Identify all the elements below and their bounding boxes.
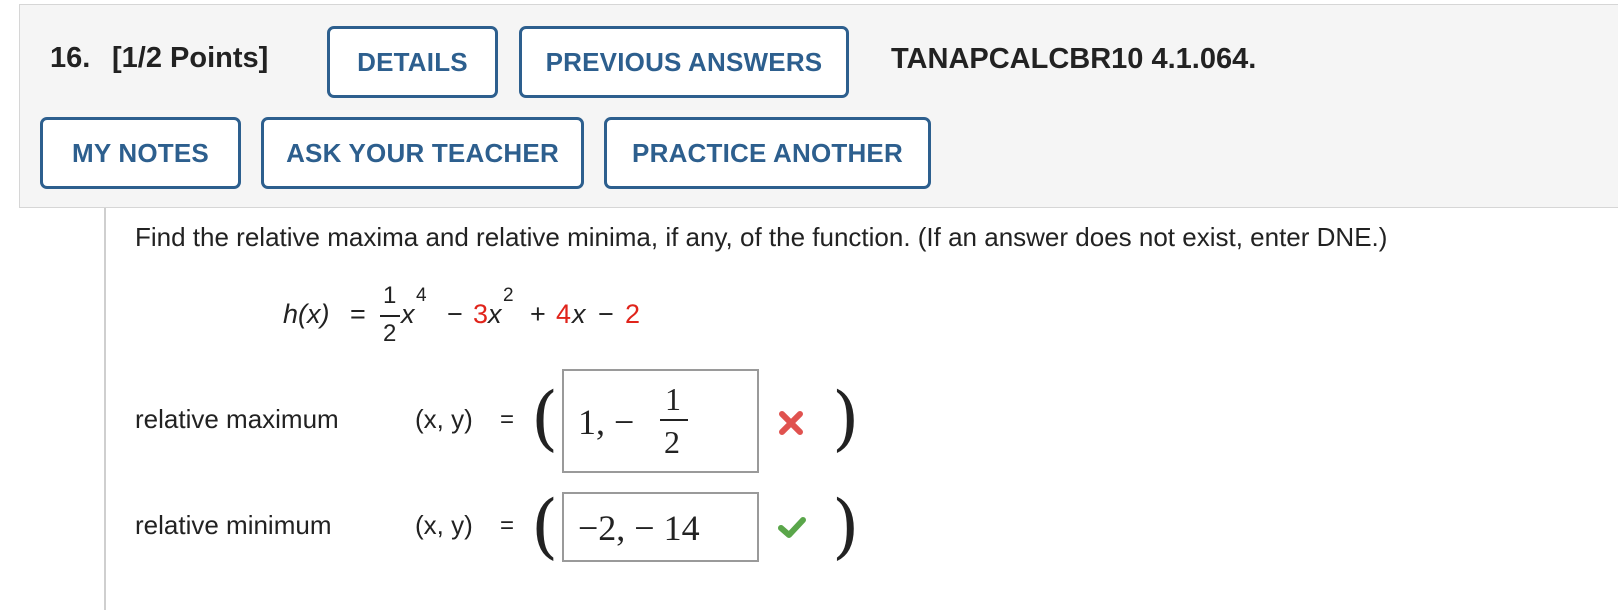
check-icon: [778, 515, 806, 544]
minus-sign-2: −: [598, 299, 614, 329]
constant-2: 2: [625, 299, 641, 329]
term-x4-base: x: [401, 299, 415, 329]
min-xy-label: (x, y): [415, 510, 473, 541]
max-open-paren: (: [531, 377, 559, 459]
fraction-numerator: 1: [383, 282, 397, 309]
cross-icon: [778, 410, 804, 441]
max-answer-field[interactable]: 1, − 1 2: [562, 369, 759, 473]
function-lhs: h(x): [283, 299, 330, 329]
min-xy-text: (x, y): [415, 510, 473, 540]
min-answer-field[interactable]: −2, − 14: [562, 492, 759, 562]
question-prompt: Find the relative maxima and relative mi…: [135, 222, 1388, 252]
term-x-base: x: [572, 299, 586, 329]
term-x2-exponent: 2: [503, 285, 514, 306]
content-divider: [104, 208, 106, 610]
details-button[interactable]: DETAILS: [327, 26, 498, 98]
max-xy-label: (x, y): [415, 404, 473, 435]
previous-answers-button[interactable]: PREVIOUS ANSWERS: [519, 26, 849, 98]
min-equals: =: [500, 512, 515, 539]
question-number: 16.: [50, 42, 91, 74]
function-equals: =: [350, 299, 366, 329]
plus-sign: +: [530, 299, 546, 329]
max-equals: =: [500, 406, 515, 433]
min-close-paren: ): [832, 485, 860, 567]
max-answer-lead: 1, −: [578, 402, 635, 442]
term-x4-exponent: 4: [416, 285, 427, 306]
term-x2-base: x: [488, 299, 502, 329]
max-answer-fraction-bar: [660, 419, 688, 421]
question-id: TANAPCALCBR10 4.1.064.: [891, 43, 1257, 75]
practice-another-button[interactable]: PRACTICE ANOTHER: [604, 117, 931, 189]
relative-minimum-label: relative minimum: [135, 510, 332, 540]
max-answer-numerator: 1: [665, 381, 681, 417]
minus-sign: −: [447, 299, 463, 329]
fraction-bar: [380, 315, 400, 317]
my-notes-button[interactable]: MY NOTES: [40, 117, 241, 189]
coefficient-4: 4: [556, 299, 572, 329]
ask-your-teacher-button[interactable]: ASK YOUR TEACHER: [261, 117, 584, 189]
fraction-denominator: 2: [383, 320, 397, 347]
min-answer-value: −2, − 14: [578, 508, 700, 548]
max-xy-text: (x, y): [415, 404, 473, 434]
min-open-paren: (: [531, 485, 559, 567]
question-points: [1/2 Points]: [112, 42, 269, 74]
relative-maximum-label: relative maximum: [135, 404, 339, 434]
coefficient-3: 3: [473, 299, 489, 329]
max-close-paren: ): [832, 377, 860, 459]
max-answer-denominator: 2: [664, 424, 680, 460]
function-expression: h(x) = 1 2 x 4 − 3 x 2 + 4 x − 2: [283, 282, 703, 352]
